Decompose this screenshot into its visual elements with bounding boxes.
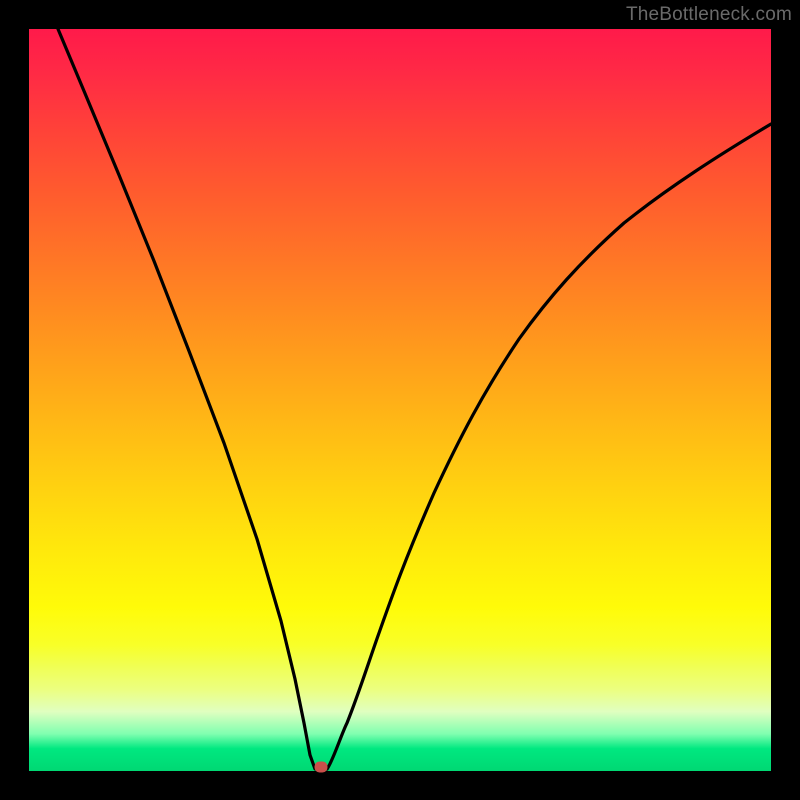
bottleneck-curve-left bbox=[58, 29, 327, 769]
watermark: TheBottleneck.com bbox=[626, 4, 792, 26]
bottleneck-marker bbox=[315, 762, 328, 773]
bottleneck-curve-right bbox=[327, 124, 771, 769]
curve-svg bbox=[29, 29, 771, 771]
chart-frame: TheBottleneck.com bbox=[0, 0, 800, 800]
plot-area bbox=[29, 29, 771, 771]
